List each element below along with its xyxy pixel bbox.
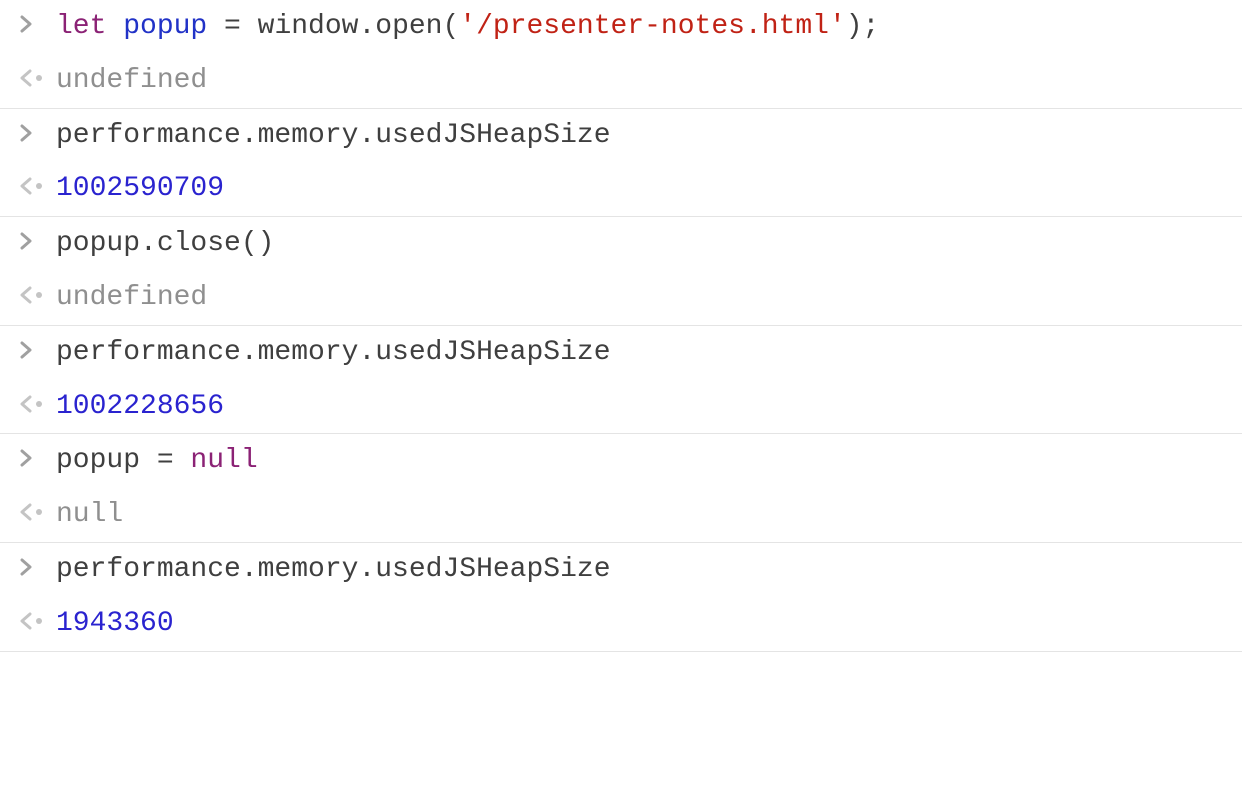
console-output-text: null [56,496,1242,534]
console-entry: performance.memory.usedJSHeapSize 100259… [0,109,1242,218]
console-input-row[interactable]: performance.memory.usedJSHeapSize [0,543,1242,597]
console-output-text: undefined [56,62,1242,100]
console-input-text: performance.memory.usedJSHeapSize [56,334,1242,372]
console-input-text: performance.memory.usedJSHeapSize [56,551,1242,589]
console-input-row[interactable]: popup = null [0,434,1242,488]
input-chevron-icon [0,449,56,467]
console-input-row[interactable]: let popup = window.open('/presenter-note… [0,0,1242,54]
console-output-row: undefined [0,271,1242,325]
input-chevron-icon [0,124,56,142]
output-chevron-icon [0,69,56,87]
console-entry: popup.close() undefined [0,217,1242,326]
console-input-row[interactable]: popup.close() [0,217,1242,271]
input-chevron-icon [0,232,56,250]
console-input-text: let popup = window.open('/presenter-note… [56,8,1242,46]
input-chevron-icon [0,15,56,33]
console-input-text: popup.close() [56,225,1242,263]
output-chevron-icon [0,612,56,630]
console-output-row: undefined [0,54,1242,108]
console-entry: let popup = window.open('/presenter-note… [0,0,1242,109]
console-output-row: 1002590709 [0,162,1242,216]
console-input-row[interactable]: performance.memory.usedJSHeapSize [0,109,1242,163]
console-output-row: null [0,488,1242,542]
input-chevron-icon [0,558,56,576]
output-chevron-icon [0,395,56,413]
console-entry: popup = null null [0,434,1242,543]
console-output-row: 1002228656 [0,380,1242,434]
console-output-text: 1002590709 [56,170,1242,208]
output-chevron-icon [0,503,56,521]
console-entry: performance.memory.usedJSHeapSize 100222… [0,326,1242,435]
console-entry: performance.memory.usedJSHeapSize 194336… [0,543,1242,652]
output-chevron-icon [0,286,56,304]
console-input-row[interactable]: performance.memory.usedJSHeapSize [0,326,1242,380]
input-chevron-icon [0,341,56,359]
console-output-text: 1002228656 [56,388,1242,426]
console-output-text: 1943360 [56,605,1242,643]
console-output-text: undefined [56,279,1242,317]
console-input-text: popup = null [56,442,1242,480]
console-log: let popup = window.open('/presenter-note… [0,0,1242,652]
console-input-text: performance.memory.usedJSHeapSize [56,117,1242,155]
console-output-row: 1943360 [0,597,1242,651]
output-chevron-icon [0,177,56,195]
